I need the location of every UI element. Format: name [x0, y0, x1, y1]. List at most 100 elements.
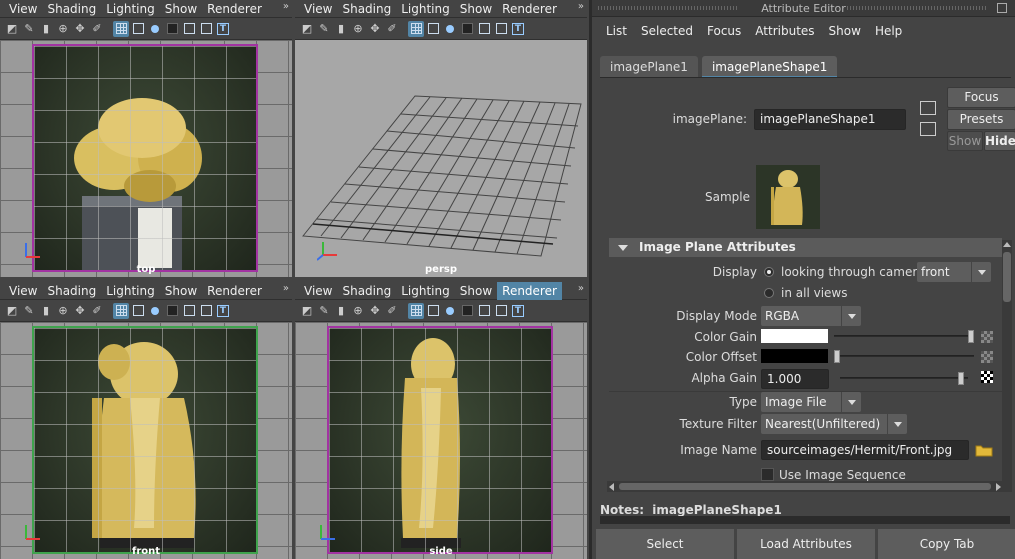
more-icon[interactable]: »: [283, 283, 289, 294]
tab-imageplane1[interactable]: imagePlane1: [600, 56, 698, 78]
attribute-horizontal-scrollbar[interactable]: [607, 481, 1003, 492]
bookmark-icon[interactable]: ▮: [38, 303, 54, 319]
color-offset-map-button[interactable]: [981, 351, 993, 363]
menu-renderer[interactable]: Renderer: [497, 0, 562, 18]
grid-toggle-icon[interactable]: [113, 302, 129, 319]
menu-lighting[interactable]: Lighting: [396, 282, 455, 300]
menu-show[interactable]: Show: [823, 24, 869, 38]
color-gain-swatch[interactable]: [761, 329, 828, 343]
color-gain-slider[interactable]: [834, 330, 974, 343]
textured-icon[interactable]: T: [215, 303, 231, 319]
texture-filter-dropdown[interactable]: Nearest(Unfiltered): [761, 414, 907, 434]
xray-icon[interactable]: [476, 303, 492, 319]
viewport-canvas[interactable]: persp: [295, 40, 587, 277]
focus-button[interactable]: Focus: [947, 87, 1015, 108]
menu-shading[interactable]: Shading: [42, 0, 101, 18]
camera-select-icon[interactable]: ◩: [4, 303, 20, 319]
two-d-pan-icon[interactable]: ✥: [72, 21, 88, 37]
image-plane-icon[interactable]: ⊕: [350, 303, 366, 319]
shadows-icon[interactable]: [493, 303, 509, 319]
textured-icon[interactable]: T: [215, 21, 231, 37]
menu-renderer[interactable]: Renderer: [497, 282, 562, 300]
textured-icon[interactable]: T: [510, 21, 526, 37]
more-icon[interactable]: »: [578, 1, 584, 12]
color-gain-slider-knob[interactable]: [968, 330, 974, 343]
viewport-persp[interactable]: View Shading Lighting Show Renderer » ◩ …: [295, 0, 587, 277]
bookmark-icon[interactable]: ▮: [38, 21, 54, 37]
bookmark-icon[interactable]: ▮: [333, 303, 349, 319]
color-offset-swatch[interactable]: [761, 349, 828, 363]
tab-imageplaneshape1[interactable]: imagePlaneShape1: [701, 56, 838, 78]
camera-select-icon[interactable]: ◩: [4, 21, 20, 37]
grease-pencil-icon[interactable]: ✐: [89, 21, 105, 37]
menu-renderer[interactable]: Renderer: [202, 282, 267, 300]
scroll-right-icon[interactable]: [996, 483, 1001, 491]
menu-shading[interactable]: Shading: [337, 282, 396, 300]
camera-attributes-icon[interactable]: ✎: [21, 21, 37, 37]
node-name-field[interactable]: imagePlaneShape1: [754, 109, 906, 130]
sample-swatch[interactable]: [756, 165, 820, 229]
wireframe-icon[interactable]: [425, 21, 441, 37]
camera-select-icon[interactable]: ◩: [299, 21, 315, 37]
isolate-select-icon[interactable]: [459, 303, 475, 319]
menu-view[interactable]: View: [4, 0, 42, 18]
smooth-shade-icon[interactable]: [147, 303, 163, 319]
image-plane-icon[interactable]: ⊕: [55, 303, 71, 319]
use-image-sequence-checkbox[interactable]: [761, 468, 774, 481]
image-plane-icon[interactable]: ⊕: [55, 21, 71, 37]
load-attributes-button[interactable]: Load Attributes: [737, 529, 875, 559]
grid-toggle-icon[interactable]: [408, 302, 424, 319]
grease-pencil-icon[interactable]: ✐: [89, 303, 105, 319]
shadows-icon[interactable]: [493, 21, 509, 37]
isolate-select-icon[interactable]: [164, 303, 180, 319]
menu-renderer[interactable]: Renderer: [202, 0, 267, 18]
grid-toggle-icon[interactable]: [113, 20, 129, 37]
menu-show[interactable]: Show: [160, 282, 202, 300]
input-connections-icon[interactable]: [920, 101, 936, 115]
scroll-thumb[interactable]: [1003, 252, 1011, 302]
output-connections-icon[interactable]: [920, 122, 936, 136]
shadows-icon[interactable]: [198, 303, 214, 319]
viewport-canvas[interactable]: front: [0, 322, 292, 559]
color-offset-slider[interactable]: [834, 350, 974, 363]
two-d-pan-icon[interactable]: ✥: [72, 303, 88, 319]
viewport-front[interactable]: View Shading Lighting Show Renderer » ◩ …: [0, 282, 292, 559]
alpha-gain-field[interactable]: 1.000: [761, 369, 829, 389]
camera-select-icon[interactable]: ◩: [299, 303, 315, 319]
grease-pencil-icon[interactable]: ✐: [384, 303, 400, 319]
color-offset-slider-knob[interactable]: [834, 350, 840, 363]
menu-lighting[interactable]: Lighting: [101, 0, 160, 18]
shadows-icon[interactable]: [198, 21, 214, 37]
alpha-gain-slider[interactable]: [840, 372, 968, 385]
show-button[interactable]: Show: [947, 131, 983, 151]
viewport-side[interactable]: View Shading Lighting Show Renderer » ◩ …: [295, 282, 587, 559]
attribute-editor-titlebar[interactable]: Attribute Editor: [592, 0, 1015, 17]
menu-show[interactable]: Show: [455, 0, 497, 18]
wireframe-icon[interactable]: [425, 303, 441, 319]
scroll-thumb[interactable]: [619, 483, 991, 490]
menu-help[interactable]: Help: [869, 24, 910, 38]
type-dropdown[interactable]: Image File: [761, 392, 861, 412]
scroll-left-icon[interactable]: [609, 483, 614, 491]
menu-view[interactable]: View: [299, 282, 337, 300]
dock-icon[interactable]: [997, 3, 1007, 13]
alpha-gain-slider-knob[interactable]: [958, 372, 964, 385]
xray-icon[interactable]: [476, 21, 492, 37]
image-plane-attributes-section[interactable]: Image Plane Attributes: [609, 238, 1002, 257]
viewport-canvas[interactable]: side: [295, 322, 587, 559]
xray-icon[interactable]: [181, 21, 197, 37]
alpha-gain-map-button[interactable]: [981, 371, 993, 383]
smooth-shade-icon[interactable]: [147, 21, 163, 37]
display-looking-through-camera-radio[interactable]: [764, 267, 774, 277]
grease-pencil-icon[interactable]: ✐: [384, 21, 400, 37]
menu-show[interactable]: Show: [160, 0, 202, 18]
display-camera-dropdown[interactable]: front: [917, 262, 991, 282]
camera-attributes-icon[interactable]: ✎: [21, 303, 37, 319]
viewport-top[interactable]: View Shading Lighting Show Renderer » ◩ …: [0, 0, 292, 277]
display-in-all-views-radio[interactable]: [764, 288, 774, 298]
menu-shading[interactable]: Shading: [42, 282, 101, 300]
presets-button[interactable]: Presets: [947, 109, 1015, 130]
scroll-up-icon[interactable]: [1003, 242, 1011, 247]
more-icon[interactable]: »: [578, 283, 584, 294]
two-d-pan-icon[interactable]: ✥: [367, 21, 383, 37]
